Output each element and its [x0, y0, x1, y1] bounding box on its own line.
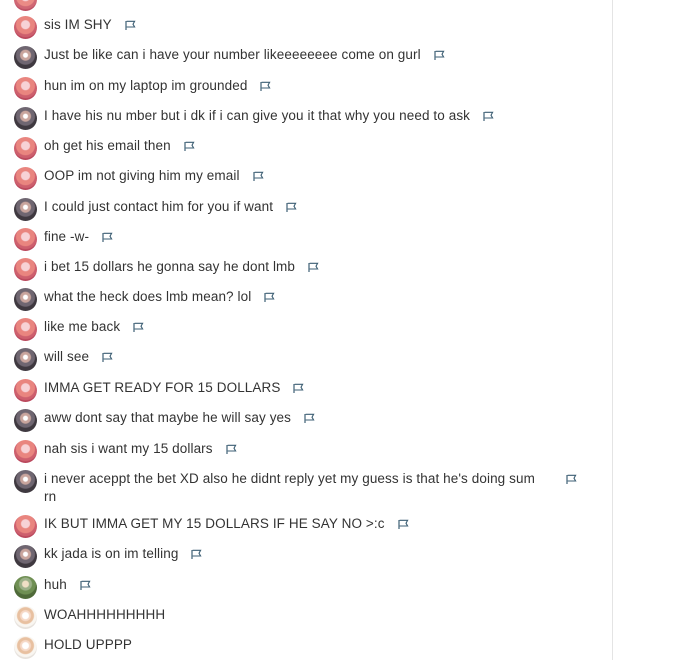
chat-message: huh	[14, 576, 594, 599]
right-blank-panel	[613, 0, 687, 660]
message-text: i bet 15 dollars he gonna say he dont lm…	[44, 259, 296, 274]
message-text: oh get his email then	[44, 138, 171, 153]
message-text: I could just contact him for you if want	[44, 199, 274, 214]
user-avatar	[14, 46, 37, 69]
message-text: Just be like can i have your number like…	[44, 47, 421, 62]
message-text: fine -w-	[44, 229, 90, 244]
message-text: i never aceppt the bet XD also he didnt …	[44, 471, 535, 504]
user-avatar	[14, 167, 37, 190]
user-avatar	[14, 379, 37, 402]
chat-message: fine -w-	[14, 228, 594, 251]
user-avatar	[14, 545, 37, 568]
message-text: IK BUT IMMA GET MY 15 DOLLARS IF HE SAY …	[44, 516, 385, 531]
flag-icon[interactable]	[293, 383, 305, 394]
flag-icon[interactable]	[483, 111, 494, 122]
flag-icon[interactable]	[133, 322, 144, 333]
chat-message: will see	[14, 348, 594, 371]
flag-icon[interactable]	[125, 20, 136, 31]
user-avatar	[14, 515, 37, 538]
chat-message: hun im on my laptop im grounded	[14, 77, 594, 100]
user-avatar	[14, 228, 37, 251]
user-avatar	[14, 16, 37, 39]
chat-message: Just be like can i have your number like…	[14, 46, 594, 69]
flag-icon[interactable]	[80, 580, 91, 591]
message-text: WOAHHHHHHHHH	[44, 607, 166, 622]
flag-icon[interactable]	[286, 202, 297, 213]
user-avatar	[14, 440, 37, 463]
chat-message: like me back	[14, 318, 594, 341]
chat-message: IK BUT IMMA GET MY 15 DOLLARS IF HE SAY …	[14, 515, 594, 538]
flag-icon[interactable]	[252, 171, 264, 182]
message-text: sis IM SHY	[44, 17, 112, 32]
flag-icon[interactable]	[226, 444, 237, 455]
user-avatar	[14, 470, 37, 493]
chat-message: what the heck does lmb mean? lol	[14, 288, 594, 311]
flag-icon[interactable]	[304, 413, 315, 424]
chat-message-list: sis IM SHY Just be like can i have your …	[0, 0, 613, 660]
flag-icon[interactable]	[191, 549, 203, 560]
user-avatar	[14, 576, 37, 599]
chat-message: I have his nu mber but i dk if i can giv…	[14, 107, 594, 130]
user-avatar	[14, 198, 37, 221]
message-text: HOLD UPPPP	[44, 637, 133, 652]
user-avatar	[14, 137, 37, 160]
flag-icon[interactable]	[184, 141, 195, 152]
chat-message: OOP im not giving him my email	[14, 167, 594, 190]
message-text: I have his nu mber but i dk if i can giv…	[44, 108, 471, 123]
user-avatar	[14, 258, 37, 281]
flag-icon[interactable]	[566, 474, 577, 485]
message-text: like me back	[44, 319, 121, 334]
message-text: nah sis i want my 15 dollars	[44, 441, 213, 456]
flag-icon[interactable]	[397, 519, 409, 530]
chat-message: kk jada is on im telling	[14, 545, 594, 568]
flag-icon[interactable]	[102, 232, 113, 243]
message-text: IMMA GET READY FOR 15 DOLLARS	[44, 380, 281, 395]
user-avatar	[14, 606, 37, 629]
flag-icon[interactable]	[308, 262, 319, 273]
message-text: what the heck does lmb mean? lol	[44, 289, 252, 304]
flag-icon[interactable]	[264, 292, 275, 303]
chat-message: oh get his email then	[14, 137, 594, 160]
user-avatar	[14, 288, 37, 311]
flag-icon[interactable]	[260, 81, 272, 92]
user-avatar	[14, 318, 37, 341]
message-text: aww dont say that maybe he will say yes	[44, 410, 292, 425]
chat-message: i never aceppt the bet XD also he didnt …	[14, 470, 594, 506]
message-text: kk jada is on im telling	[44, 546, 179, 561]
flag-icon[interactable]	[434, 50, 445, 61]
user-avatar	[14, 348, 37, 371]
flag-icon[interactable]	[102, 352, 113, 363]
chat-message: WOAHHHHHHHHH	[14, 606, 594, 629]
chat-message: i bet 15 dollars he gonna say he dont lm…	[14, 258, 594, 281]
chat-message: HOLD UPPPP	[14, 636, 594, 659]
message-text: will see	[44, 349, 90, 364]
chat-message: aww dont say that maybe he will say yes	[14, 409, 594, 432]
user-avatar	[14, 636, 37, 659]
message-text: OOP im not giving him my email	[44, 168, 240, 183]
chat-message: nah sis i want my 15 dollars	[14, 440, 594, 463]
user-avatar	[14, 107, 37, 130]
user-avatar	[14, 0, 37, 11]
chat-message: I could just contact him for you if want	[14, 198, 594, 221]
message-text: huh	[44, 577, 67, 592]
message-text: hun im on my laptop im grounded	[44, 78, 248, 93]
chat-message: sis IM SHY	[14, 16, 594, 39]
user-avatar	[14, 77, 37, 100]
chat-message: IMMA GET READY FOR 15 DOLLARS	[14, 379, 594, 402]
user-avatar	[14, 409, 37, 432]
